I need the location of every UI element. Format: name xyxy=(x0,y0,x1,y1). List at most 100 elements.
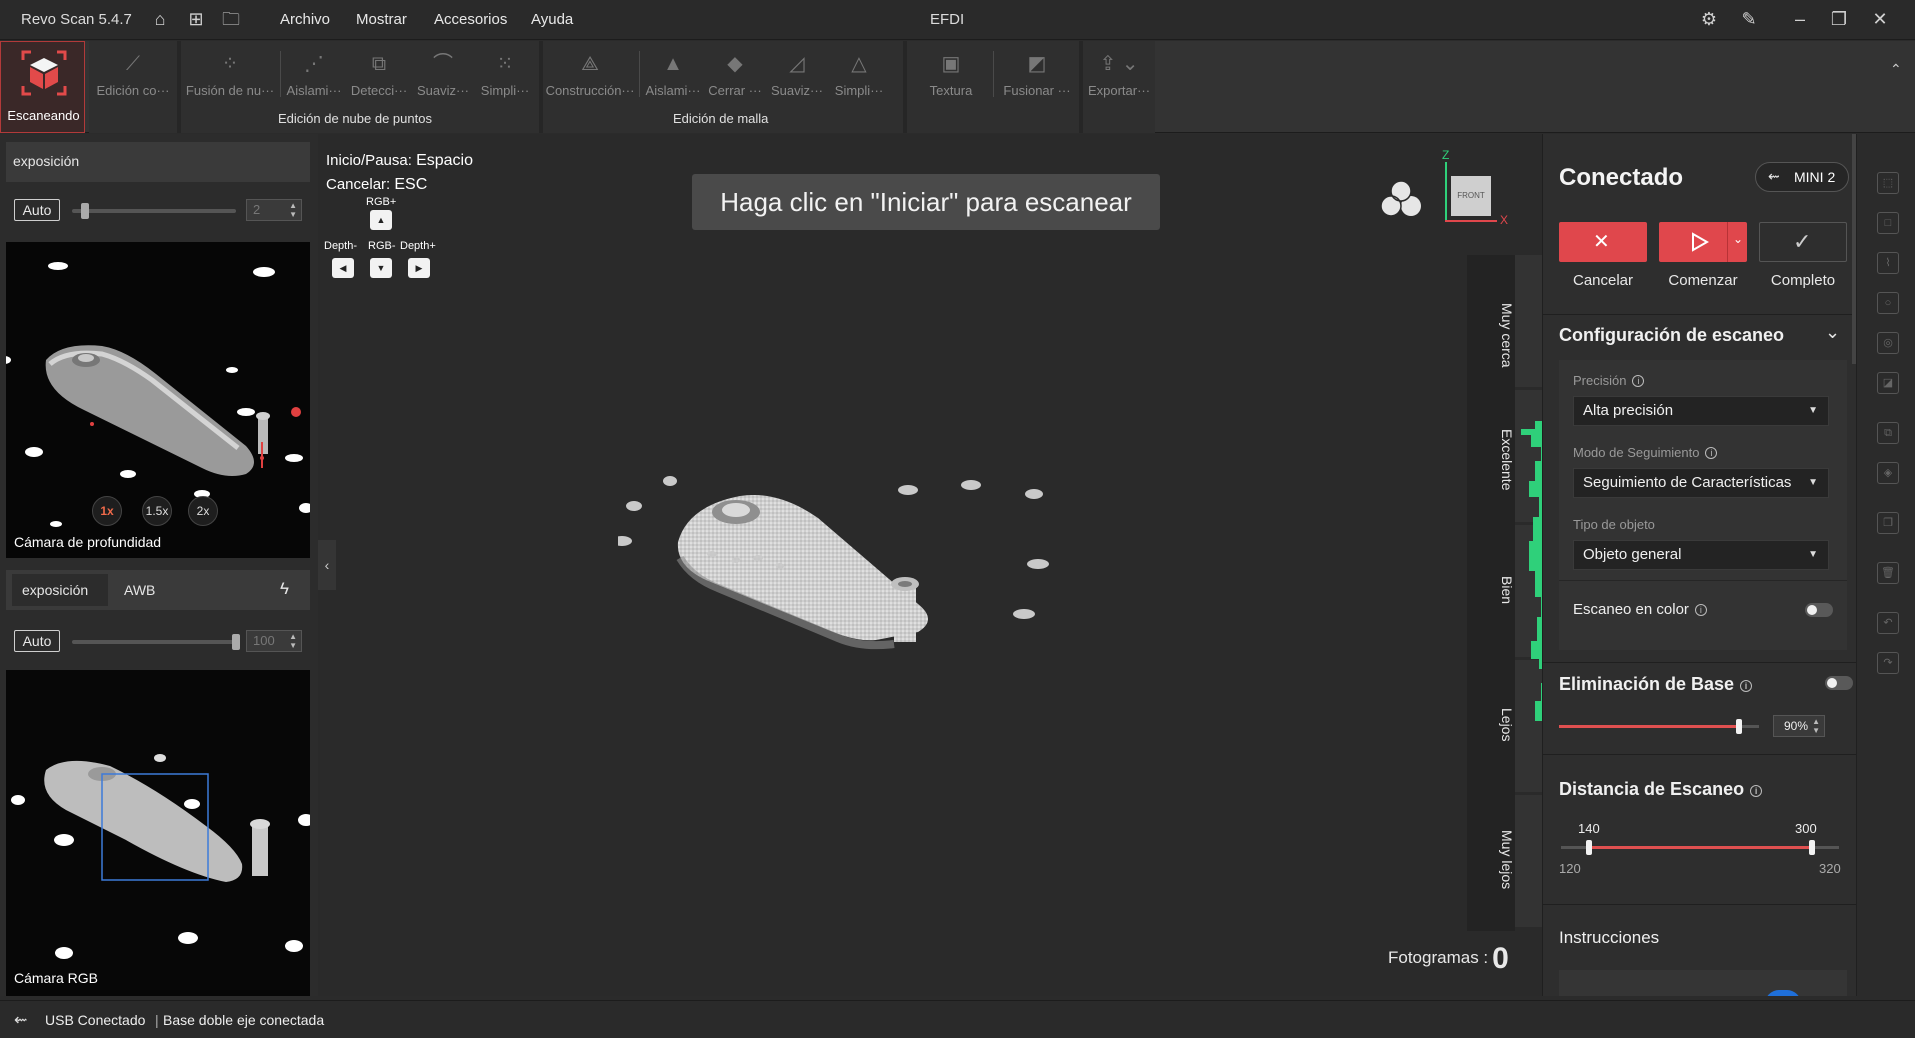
view-cube-front[interactable]: FRONT xyxy=(1451,176,1491,216)
tab-awb[interactable]: AWB xyxy=(124,582,155,598)
tool-detect[interactable]: ⧉ Detecci··· xyxy=(347,45,411,105)
lasso-select-icon[interactable]: ⌇ xyxy=(1877,252,1899,274)
tool-texture[interactable]: ▣ Textura xyxy=(919,45,983,105)
copy-icon[interactable]: ❐ xyxy=(1877,512,1899,534)
depth-auto-button[interactable]: Auto xyxy=(14,199,60,221)
redo-icon[interactable]: ↷ xyxy=(1877,652,1899,674)
base-removal-toggle[interactable] xyxy=(1825,676,1853,690)
ribbon-toolbar: Escaneando ⟋ Edición co··· ⁘ Fusión de n… xyxy=(0,41,1915,133)
folder-icon[interactable]: 🗀 xyxy=(220,8,242,30)
start-scan-button[interactable]: ⌄ xyxy=(1659,222,1747,262)
usb-connection-icon: ⇜ xyxy=(14,1012,28,1029)
zoom-1x-button[interactable]: 1x xyxy=(92,496,122,526)
rgb-plus-key[interactable]: ▲ xyxy=(370,210,392,230)
rgb-auto-button[interactable]: Auto xyxy=(14,630,60,652)
settings-gear-icon[interactable]: ⚙ xyxy=(1698,8,1720,30)
rect-select-icon[interactable]: □ xyxy=(1877,212,1899,234)
tab-exposure[interactable]: exposición xyxy=(12,574,108,606)
rgb-exposure-input[interactable]: 100 ▲ ▼ xyxy=(246,630,302,652)
3d-viewport[interactable]: ‹ › Inicio/Pausa: Espacio Cancelar: ESC … xyxy=(318,134,1555,996)
info-icon[interactable]: i xyxy=(1694,604,1707,616)
point-cloud-group: ⁘ Fusión de nu··· ⋰ Aislami··· ⧉ Detecci… xyxy=(181,41,543,133)
new-project-icon[interactable]: ⊞ xyxy=(185,8,207,30)
depth-exposure-slider-handle[interactable] xyxy=(81,203,89,219)
object-type-select[interactable]: Objeto general ▼ xyxy=(1573,540,1829,570)
scanning-tool-button[interactable]: Escaneando xyxy=(0,41,85,133)
select-tool-icon[interactable]: ⬚ xyxy=(1877,172,1899,194)
collapse-ribbon-icon[interactable]: ⌃ xyxy=(1890,61,1902,78)
spin-arrows-icon[interactable]: ▲ ▼ xyxy=(289,201,297,219)
color-mode-icon[interactable] xyxy=(1378,178,1424,220)
scan-control-panel: Conectado ⇜ MINI 2 ✕ ⌄ ✓ Cancelar Comenz… xyxy=(1542,134,1856,996)
device-badge[interactable]: ⇜ MINI 2 xyxy=(1755,162,1849,192)
undo-icon[interactable]: ↶ xyxy=(1877,612,1899,634)
tool-mesh-build[interactable]: ⟁ Construcción··· xyxy=(545,45,635,105)
depth-exposure-slider[interactable] xyxy=(72,209,236,213)
brush-select-icon[interactable]: ◎ xyxy=(1877,332,1899,354)
tool-mesh-simplify[interactable]: △ Simpli··· xyxy=(829,45,889,105)
distance-high-handle[interactable] xyxy=(1809,840,1815,855)
distance-indicator: Muy cerca Excelente Bien Lejos Muy lejos xyxy=(1467,255,1555,931)
zoom-2x-button[interactable]: 2x xyxy=(188,496,218,526)
circle-select-icon[interactable]: ○ xyxy=(1877,292,1899,314)
info-icon[interactable]: i xyxy=(1740,680,1753,692)
rgb-minus-key[interactable]: ▼ xyxy=(370,258,392,278)
section-divider xyxy=(1543,904,1856,905)
rgb-exposure-slider[interactable] xyxy=(72,640,236,644)
base-removal-input[interactable]: 90% ▲ ▼ xyxy=(1773,715,1825,737)
tool-mesh-smooth[interactable]: ◿ Suaviz··· xyxy=(767,45,827,105)
plane-cut-icon[interactable]: ◪ xyxy=(1877,372,1899,394)
tool-point-fusion[interactable]: ⁘ Fusión de nu··· xyxy=(183,45,277,105)
depth-minus-key[interactable]: ◀ xyxy=(332,258,354,278)
spin-arrows-icon[interactable]: ▲ ▼ xyxy=(1812,717,1820,735)
info-icon[interactable]: i xyxy=(1750,785,1763,797)
base-removal-slider-handle[interactable] xyxy=(1736,719,1742,734)
chevron-down-icon[interactable]: ⌄ xyxy=(1733,232,1743,246)
depth-exposure-input[interactable]: 2 ▲ ▼ xyxy=(246,199,302,221)
scanned-point-cloud xyxy=(618,476,1049,650)
connected-select-icon[interactable]: ◈ xyxy=(1877,462,1899,484)
menu-ayuda[interactable]: Ayuda xyxy=(531,11,573,28)
tracking-mode-label: Modo de Seguimiento i xyxy=(1573,445,1718,460)
depth-exposure-value: 2 xyxy=(253,202,261,217)
tool-merge[interactable]: ◩ Fusionar ··· xyxy=(999,45,1075,105)
notes-icon[interactable]: ✎ xyxy=(1738,8,1760,30)
info-icon[interactable]: i xyxy=(1632,375,1645,387)
restore-icon[interactable]: ❐ xyxy=(1828,8,1850,30)
menu-archivo[interactable]: Archivo xyxy=(280,11,330,28)
base-removal-title: Eliminación de Base i xyxy=(1559,674,1753,695)
collapse-left-panel-icon[interactable]: ‹ xyxy=(318,540,336,590)
tool-mesh-isolate[interactable]: ▲ Aislami··· xyxy=(643,45,703,105)
start-scan-label: Comenzar xyxy=(1668,272,1738,289)
flash-icon[interactable]: ϟ xyxy=(280,579,289,599)
view-cube[interactable]: Z X FRONT xyxy=(1442,148,1512,230)
menu-accesorios[interactable]: Accesorios xyxy=(434,11,507,28)
precision-select[interactable]: Alta precisión ▼ xyxy=(1573,396,1829,426)
minimize-icon[interactable]: – xyxy=(1789,8,1811,30)
tool-point-smooth[interactable]: ⌒ Suaviz··· xyxy=(413,45,473,105)
tool-export[interactable]: ⇪ ⌄ Exportar··· xyxy=(1085,45,1153,105)
rgb-exposure-slider-handle[interactable] xyxy=(232,634,240,650)
close-icon[interactable]: ✕ xyxy=(1869,8,1891,30)
camera-panel: exposición Auto 2 ▲ ▼ 1x 1.5x 2x Cámara … xyxy=(0,134,318,996)
menu-mostrar[interactable]: Mostrar xyxy=(356,11,407,28)
distance-low-handle[interactable] xyxy=(1586,840,1592,855)
info-icon[interactable]: i xyxy=(1705,447,1718,459)
spin-arrows-icon[interactable]: ▲ ▼ xyxy=(289,632,297,650)
zoom-1.5x-button[interactable]: 1.5x xyxy=(142,496,172,526)
wand-icon: ⟋ xyxy=(126,53,140,75)
tool-point-isolate[interactable]: ⋰ Aislami··· xyxy=(283,45,345,105)
chevron-up-icon[interactable]: ⌄ xyxy=(1825,322,1840,343)
complete-scan-button[interactable]: ✓ xyxy=(1759,222,1847,262)
frame-counter: Fotogramas :0 xyxy=(1388,942,1509,976)
cancel-scan-button[interactable]: ✕ xyxy=(1559,222,1647,262)
tool-mesh-close[interactable]: ◆ Cerrar ··· xyxy=(705,45,765,105)
tool-point-simplify[interactable]: ⁙ Simpli··· xyxy=(475,45,535,105)
color-scan-toggle[interactable] xyxy=(1805,603,1833,617)
tool-point-edit[interactable]: ⟋ Edición co··· xyxy=(93,45,173,105)
depth-plus-key[interactable]: ▶ xyxy=(408,258,430,278)
tracking-mode-select[interactable]: Seguimiento de Características ▼ xyxy=(1573,468,1829,498)
home-icon[interactable]: ⌂ xyxy=(149,8,171,30)
invert-select-icon[interactable]: ⧉ xyxy=(1877,422,1899,444)
delete-icon[interactable]: 🗑 xyxy=(1877,562,1899,584)
